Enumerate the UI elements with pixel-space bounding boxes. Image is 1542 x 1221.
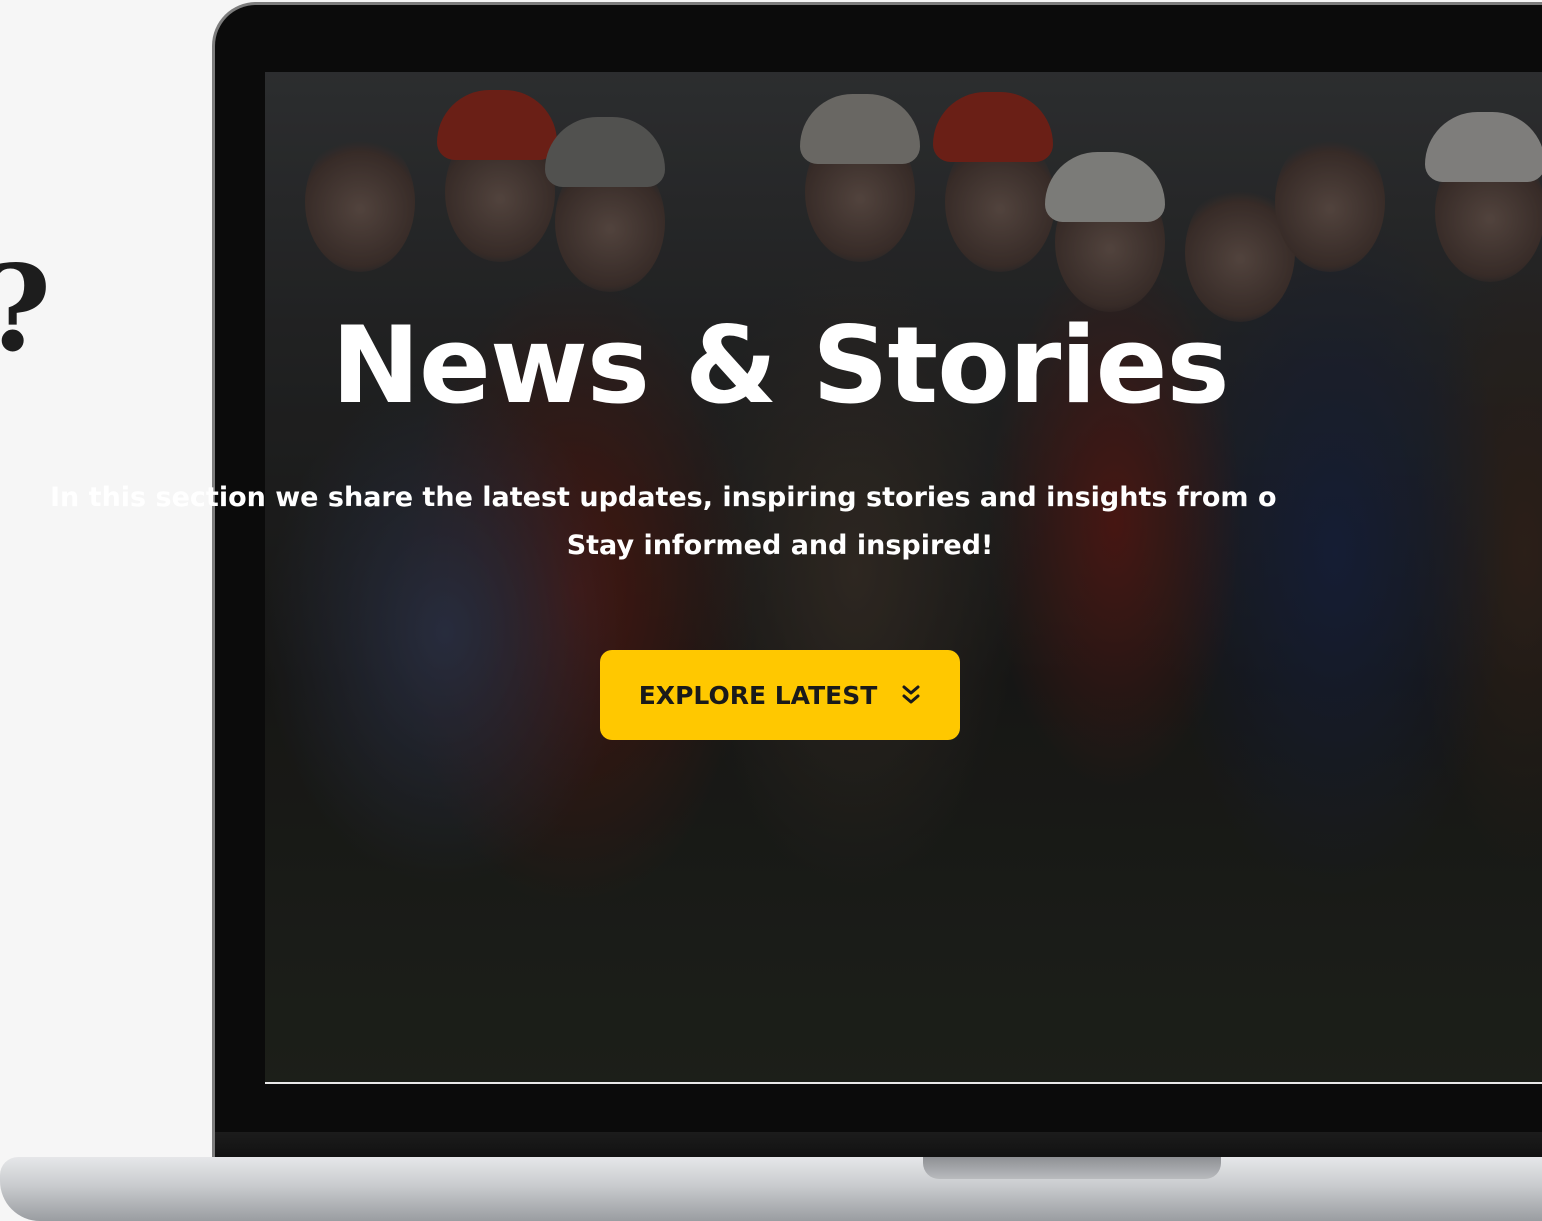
background-photo-hat — [800, 94, 920, 164]
background-photo-person — [945, 132, 1055, 272]
double-chevron-down-icon — [902, 685, 920, 704]
explore-latest-label: EXPLORE LATEST — [638, 680, 878, 710]
background-photo-hat — [1425, 112, 1542, 182]
hero-description-line-1: In this section we share the latest upda… — [50, 482, 1277, 513]
background-photo-person — [1185, 182, 1295, 322]
page-title: News & Stories — [331, 304, 1229, 427]
laptop-opening-notch — [923, 1157, 1221, 1179]
laptop-bezel-bottom — [215, 1132, 1542, 1158]
background-photo-hat — [1045, 152, 1165, 222]
background-photo-person — [1055, 172, 1165, 312]
background-photo-hat — [933, 92, 1053, 162]
background-photo-person — [555, 152, 665, 292]
background-photo-person — [445, 122, 555, 262]
background-photo-person — [1275, 132, 1385, 272]
screen-bottom-edge — [265, 1082, 1542, 1084]
background-photo-person — [1435, 142, 1542, 282]
background-photo-hat — [437, 90, 557, 160]
hero-section — [265, 72, 1542, 1084]
background-photo-person — [305, 132, 415, 272]
laptop-base — [0, 1157, 1542, 1221]
hero-description-line-2: Stay informed and inspired! — [566, 530, 994, 561]
background-photo-hat — [545, 117, 665, 187]
explore-latest-button[interactable]: EXPLORE LATEST — [600, 650, 960, 740]
background-photo-person — [805, 122, 915, 262]
